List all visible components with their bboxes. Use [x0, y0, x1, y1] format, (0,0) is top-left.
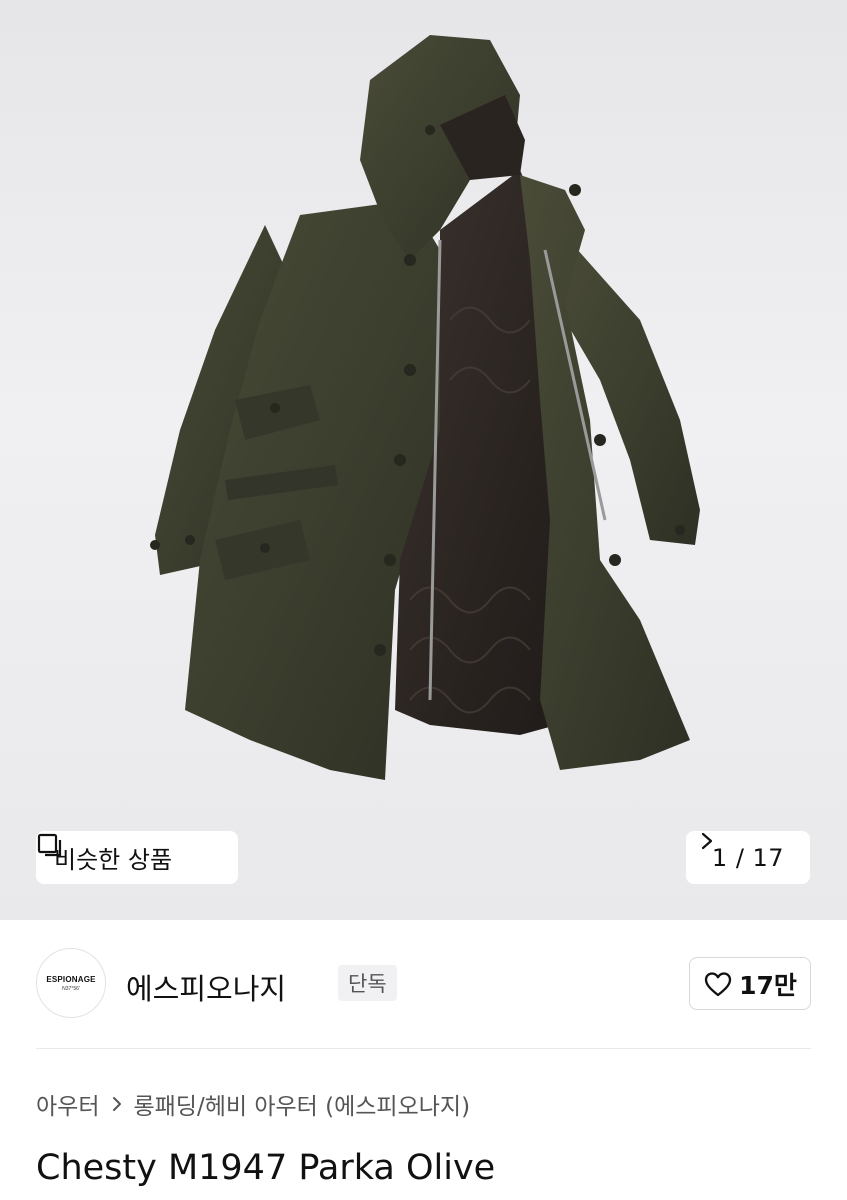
- like-count: 17만: [739, 970, 797, 1000]
- brand-row: ESPIONAGE N37°56' 에스피오나지 단독 17만: [36, 946, 811, 1022]
- product-image-gallery[interactable]: 비슷한 상품 1 / 17: [0, 0, 847, 920]
- divider: [36, 1048, 811, 1049]
- brand-logo[interactable]: ESPIONAGE N37°56': [36, 948, 106, 1018]
- image-page-indicator[interactable]: 1 / 17: [686, 831, 810, 884]
- brand-logo-text: ESPIONAGE: [46, 974, 96, 984]
- brand-name[interactable]: 에스피오나지: [126, 966, 286, 1008]
- breadcrumb-category[interactable]: 아우터: [36, 1087, 99, 1121]
- breadcrumb-subcategory[interactable]: 롱패딩/헤비 아우터 (에스피오나지): [133, 1087, 470, 1121]
- similar-products-button[interactable]: 비슷한 상품: [36, 831, 238, 884]
- brand-logo-subtext: N37°56': [62, 985, 80, 992]
- similar-products-label: 비슷한 상품: [54, 846, 173, 874]
- heart-icon: [704, 971, 732, 996]
- breadcrumb: 아우터 롱패딩/헤비 아우터 (에스피오나지): [36, 1087, 470, 1121]
- product-title: Chesty M1947 Parka Olive: [36, 1148, 496, 1188]
- similar-items-icon: [37, 833, 62, 857]
- like-button[interactable]: 17만: [689, 957, 811, 1010]
- page-count: 1 / 17: [711, 843, 785, 872]
- chevron-right-icon: [113, 1097, 122, 1111]
- exclusive-badge: 단독: [338, 965, 397, 1001]
- parka-image: [150, 35, 700, 780]
- chevron-right-icon: [701, 832, 713, 850]
